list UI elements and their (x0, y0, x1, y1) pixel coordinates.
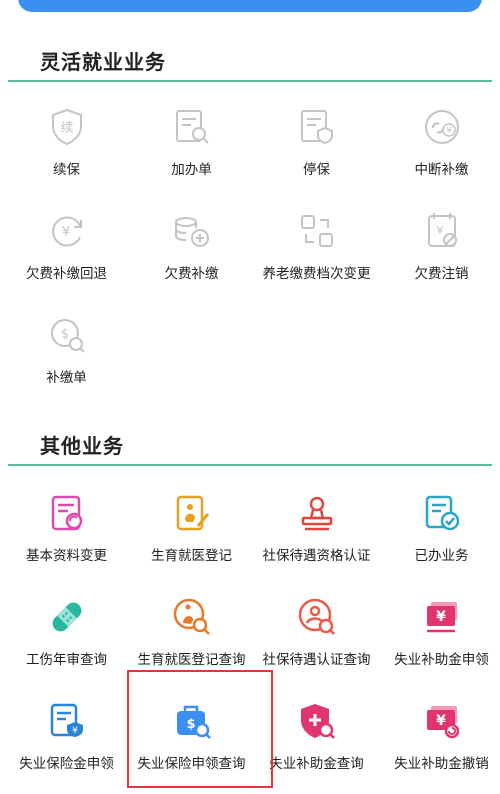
tile-label: 失业补助金申领 (394, 652, 489, 668)
tile-stop[interactable]: 停保 (254, 100, 379, 200)
qualification-stamp-icon (296, 492, 338, 534)
svg-text:¥: ¥ (437, 224, 444, 237)
maternity-query-icon (171, 596, 213, 638)
section-divider (8, 464, 492, 466)
tile-label: 欠费注销 (414, 266, 469, 282)
tile-label: 加办单 (171, 162, 212, 178)
tile-label: 欠费补缴回退 (26, 266, 107, 282)
profile-change-icon (46, 492, 88, 534)
svg-text:¥: ¥ (446, 126, 451, 135)
tile-insurance-apply[interactable]: ¥ 失业保险金申领 (4, 694, 129, 794)
arrears-payment-icon (171, 210, 213, 252)
svg-text:¥: ¥ (436, 713, 446, 729)
injury-bandage-icon (46, 596, 88, 638)
tile-injury-query[interactable]: 工伤年审查询 (4, 590, 129, 690)
tile-label: 失业补助金撤销 (394, 756, 489, 772)
tile-label: 养老缴费档次变更 (262, 266, 371, 282)
unemployment-insurance-apply-icon: ¥ (46, 700, 88, 742)
unemployment-subsidy-apply-icon: ¥ (421, 596, 463, 638)
tile-label: 生育就医登记查询 (137, 652, 246, 668)
section-flexible-header: 灵活就业业务 (0, 38, 500, 82)
payment-form-icon: $ (46, 314, 88, 356)
tile-label: 已办业务 (414, 548, 469, 564)
tile-subsidy-query[interactable]: 失业补助金查询 (254, 694, 379, 794)
tile-label: 补缴单 (46, 370, 87, 386)
tile-renew[interactable]: 续 续保 (4, 100, 129, 200)
unemployment-subsidy-cancel-icon: ¥ (421, 700, 463, 742)
tile-payment-form[interactable]: $ 补缴单 (4, 308, 129, 408)
pension-level-change-icon (296, 210, 338, 252)
add-form-search-icon (171, 106, 213, 148)
svg-text:续: 续 (60, 121, 73, 136)
svg-text:¥: ¥ (436, 609, 446, 625)
top-blue-banner (18, 0, 482, 12)
tile-maternity-register[interactable]: 生育就医登记 (129, 486, 254, 586)
tile-done-business[interactable]: 已办业务 (379, 486, 500, 586)
tile-label: 社保待遇认证查询 (262, 652, 371, 668)
tile-label: 欠费补缴 (164, 266, 219, 282)
tile-subsidy-apply[interactable]: ¥ 失业补助金申领 (379, 590, 500, 690)
maternity-register-icon (171, 492, 213, 534)
section-title: 其他业务 (40, 434, 124, 458)
tile-qualification-stamp[interactable]: 社保待遇资格认证 (254, 486, 379, 586)
svg-text:$: $ (61, 327, 69, 342)
tile-arrears-cancel[interactable]: ¥ 欠费注销 (379, 204, 500, 304)
section-divider (8, 80, 492, 82)
tile-label: 基本资料变更 (26, 548, 107, 564)
svg-text:¥: ¥ (72, 726, 78, 736)
stop-insurance-icon (296, 106, 338, 148)
tile-subsidy-cancel[interactable]: ¥ 失业补助金撤销 (379, 694, 500, 794)
section-title: 灵活就业业务 (40, 50, 166, 74)
svg-text:¥: ¥ (62, 225, 70, 240)
interrupt-payment-icon: ¥ (421, 106, 463, 148)
tile-certification-query[interactable]: 社保待遇认证查询 (254, 590, 379, 690)
tile-insurance-query[interactable]: $ 失业保险申领查询 (129, 694, 254, 794)
tile-profile-change[interactable]: 基本资料变更 (4, 486, 129, 586)
tile-interrupt-payment[interactable]: ¥ 中断补缴 (379, 100, 500, 200)
svg-text:$: $ (186, 717, 195, 732)
done-business-icon (421, 492, 463, 534)
tile-label: 失业保险金申领 (19, 756, 114, 772)
tile-label: 生育就医登记 (151, 548, 232, 564)
unemployment-insurance-query-icon: $ (171, 700, 213, 742)
tile-add-form[interactable]: 加办单 (129, 100, 254, 200)
tile-maternity-query[interactable]: 生育就医登记查询 (129, 590, 254, 690)
section-other-header: 其他业务 (0, 422, 500, 466)
unemployment-subsidy-query-icon (296, 700, 338, 742)
tile-arrears-payment[interactable]: 欠费补缴 (129, 204, 254, 304)
tile-label: 续保 (53, 162, 80, 178)
tile-label: 工伤年审查询 (26, 652, 107, 668)
tile-label: 停保 (303, 162, 330, 178)
certification-query-icon (296, 596, 338, 638)
tile-label: 中断补缴 (414, 162, 469, 178)
tile-arrears-rollback[interactable]: ¥ 欠费补缴回退 (4, 204, 129, 304)
tile-label: 社保待遇资格认证 (262, 548, 371, 564)
tile-pension-level-change[interactable]: 养老缴费档次变更 (254, 204, 379, 304)
tile-label: 失业补助金查询 (269, 756, 364, 772)
renew-shield-icon: 续 (46, 106, 88, 148)
arrears-rollback-icon: ¥ (46, 210, 88, 252)
tile-label: 失业保险申领查询 (137, 756, 246, 772)
arrears-cancel-icon: ¥ (421, 210, 463, 252)
